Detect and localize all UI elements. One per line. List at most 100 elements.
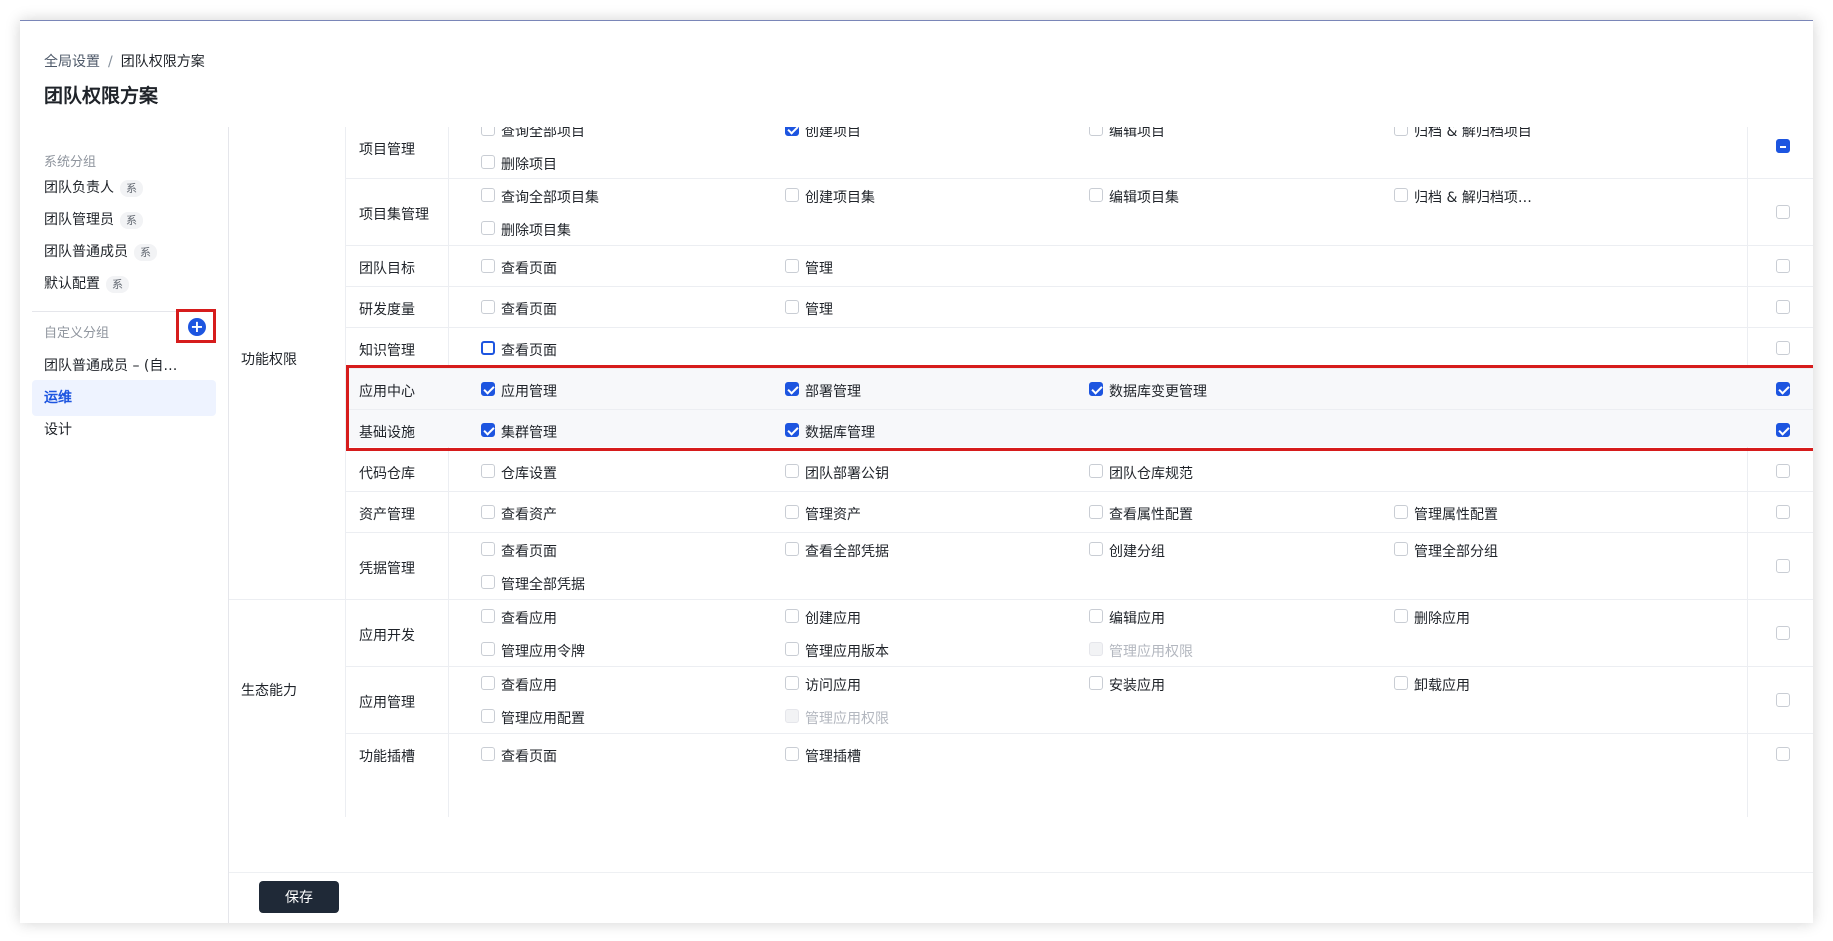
- checkbox[interactable]: [481, 127, 495, 136]
- checkbox[interactable]: [1089, 464, 1103, 478]
- checkbox[interactable]: [785, 642, 799, 656]
- perm-manage-assets[interactable]: 管理资产: [785, 504, 861, 524]
- sidebar-item-team-admin[interactable]: 团队管理员系: [32, 202, 216, 238]
- perm-cred-view-page[interactable]: 查看页面: [481, 541, 557, 561]
- perm-delete-project[interactable]: 删除项目: [481, 154, 557, 174]
- row-select-all-project-set[interactable]: [1776, 205, 1790, 219]
- sidebar-item-design[interactable]: 设计: [32, 412, 216, 448]
- checkbox[interactable]: [481, 642, 495, 656]
- perm-dev-view-app[interactable]: 查看应用: [481, 608, 557, 628]
- checkbox[interactable]: [785, 542, 799, 556]
- row-select-all-project[interactable]: [1776, 139, 1790, 153]
- checkbox[interactable]: [481, 747, 495, 761]
- row-select-all-credentials[interactable]: [1776, 559, 1790, 573]
- checkbox[interactable]: [481, 676, 495, 690]
- perm-mgmt-view-app[interactable]: 查看应用: [481, 675, 557, 695]
- breadcrumb-root[interactable]: 全局设置: [44, 54, 100, 70]
- checkbox[interactable]: [1394, 676, 1408, 690]
- perm-view-attr-config[interactable]: 查看属性配置: [1089, 504, 1193, 524]
- perm-archive-project[interactable]: 归档 & 解归档项目: [1394, 127, 1532, 141]
- checkbox[interactable]: [1089, 609, 1103, 623]
- perm-dev-create-app[interactable]: 创建应用: [785, 608, 861, 628]
- sidebar-item-ops[interactable]: 运维: [32, 380, 216, 416]
- row-select-all-goal[interactable]: [1776, 259, 1790, 273]
- perm-archive-project-set[interactable]: 归档 & 解归档项…: [1394, 187, 1532, 207]
- perm-manage-attr-config[interactable]: 管理属性配置: [1394, 504, 1498, 524]
- perm-repo-settings[interactable]: 仓库设置: [481, 463, 557, 483]
- perm-team-deploy-key[interactable]: 团队部署公钥: [785, 463, 889, 483]
- perm-create-project-set[interactable]: 创建项目集: [785, 187, 875, 207]
- checkbox[interactable]: [1089, 676, 1103, 690]
- sidebar-item-team-member[interactable]: 团队普通成员系: [32, 234, 216, 270]
- checkbox[interactable]: [785, 747, 799, 761]
- checkbox[interactable]: [481, 609, 495, 623]
- sidebar-item-custom-member[interactable]: 团队普通成员 – (自…: [32, 348, 216, 384]
- checkbox-checked[interactable]: [1089, 382, 1103, 396]
- row-select-all-slot[interactable]: [1776, 747, 1790, 761]
- checkbox[interactable]: [785, 676, 799, 690]
- perm-dev-delete-app[interactable]: 删除应用: [1394, 608, 1470, 628]
- checkbox-focused[interactable]: [481, 341, 495, 355]
- perm-mgmt-app-config[interactable]: 管理应用配置: [481, 708, 585, 728]
- checkbox-checked[interactable]: [785, 423, 799, 437]
- row-select-all-app-mgmt[interactable]: [1776, 693, 1790, 707]
- perm-metric-manage[interactable]: 管理: [785, 299, 833, 319]
- perm-delete-project-set[interactable]: 删除项目集: [481, 220, 571, 240]
- row-select-all-app-center[interactable]: [1776, 382, 1790, 396]
- perm-goal-view[interactable]: 查看页面: [481, 258, 557, 278]
- checkbox[interactable]: [1089, 188, 1103, 202]
- perm-mgmt-install-app[interactable]: 安装应用: [1089, 675, 1165, 695]
- checkbox-checked[interactable]: [481, 382, 495, 396]
- perm-mgmt-access-app[interactable]: 访问应用: [785, 675, 861, 695]
- checkbox[interactable]: [785, 609, 799, 623]
- row-select-all-asset[interactable]: [1776, 505, 1790, 519]
- perm-create-project[interactable]: 创建项目: [785, 127, 861, 141]
- checkbox[interactable]: [1089, 505, 1103, 519]
- checkbox-checked[interactable]: [785, 127, 799, 136]
- checkbox[interactable]: [481, 709, 495, 723]
- perm-edit-project[interactable]: 编辑项目: [1089, 127, 1165, 141]
- perm-team-repo-rules[interactable]: 团队仓库规范: [1089, 463, 1193, 483]
- checkbox[interactable]: [1394, 188, 1408, 202]
- sidebar-item-team-owner[interactable]: 团队负责人系: [32, 170, 216, 206]
- checkbox[interactable]: [481, 259, 495, 273]
- perm-dev-manage-version[interactable]: 管理应用版本: [785, 641, 889, 661]
- perm-manage-all-creds[interactable]: 管理全部凭据: [481, 574, 585, 594]
- checkbox[interactable]: [1394, 505, 1408, 519]
- checkbox[interactable]: [1394, 542, 1408, 556]
- checkbox[interactable]: [481, 221, 495, 235]
- save-button[interactable]: 保存: [259, 881, 339, 913]
- perm-metric-view[interactable]: 查看页面: [481, 299, 557, 319]
- perm-goal-manage[interactable]: 管理: [785, 258, 833, 278]
- perm-dev-manage-token[interactable]: 管理应用令牌: [481, 641, 585, 661]
- perm-db-management[interactable]: 数据库管理: [785, 422, 875, 442]
- perm-view-all-creds[interactable]: 查看全部凭据: [785, 541, 889, 561]
- checkbox[interactable]: [1394, 127, 1408, 136]
- row-select-all-infrastructure[interactable]: [1776, 423, 1790, 437]
- checkbox[interactable]: [785, 300, 799, 314]
- perm-db-change-management[interactable]: 数据库变更管理: [1089, 381, 1207, 401]
- perm-slot-manage[interactable]: 管理插槽: [785, 746, 861, 766]
- checkbox[interactable]: [481, 155, 495, 169]
- checkbox[interactable]: [785, 464, 799, 478]
- perm-create-group[interactable]: 创建分组: [1089, 541, 1165, 561]
- perm-knowledge-view[interactable]: 查看页面: [481, 340, 557, 360]
- perm-deploy-management[interactable]: 部署管理: [785, 381, 861, 401]
- row-select-all-knowledge[interactable]: [1776, 341, 1790, 355]
- checkbox[interactable]: [481, 575, 495, 589]
- checkbox-checked[interactable]: [481, 423, 495, 437]
- perm-dev-edit-app[interactable]: 编辑应用: [1089, 608, 1165, 628]
- checkbox[interactable]: [481, 188, 495, 202]
- checkbox[interactable]: [481, 542, 495, 556]
- checkbox[interactable]: [1089, 542, 1103, 556]
- checkbox[interactable]: [1089, 127, 1103, 136]
- perm-cluster-management[interactable]: 集群管理: [481, 422, 557, 442]
- perm-manage-all-groups[interactable]: 管理全部分组: [1394, 541, 1498, 561]
- checkbox[interactable]: [785, 259, 799, 273]
- checkbox[interactable]: [1394, 609, 1408, 623]
- perm-view-assets[interactable]: 查看资产: [481, 504, 557, 524]
- checkbox[interactable]: [785, 188, 799, 202]
- checkbox[interactable]: [481, 464, 495, 478]
- checkbox[interactable]: [481, 300, 495, 314]
- checkbox[interactable]: [481, 505, 495, 519]
